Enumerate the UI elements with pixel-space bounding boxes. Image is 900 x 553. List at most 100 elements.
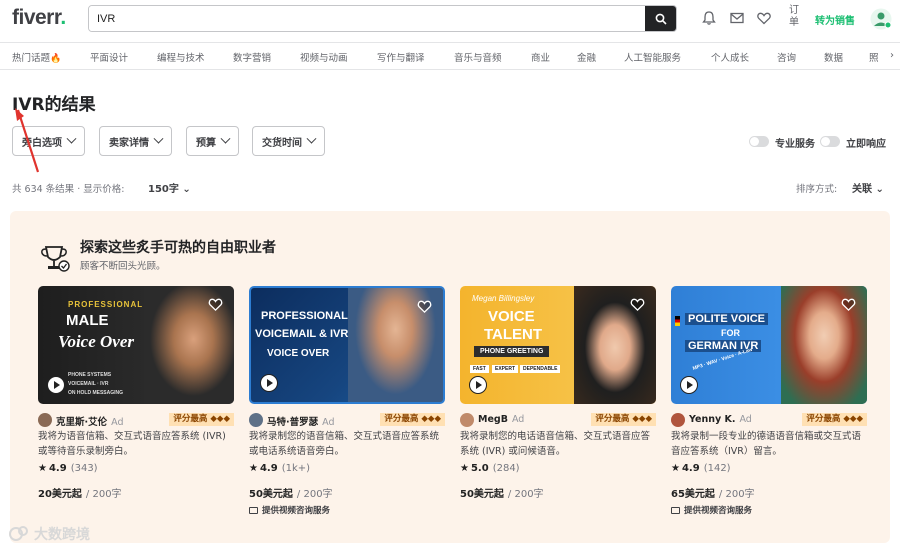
category-data[interactable]: 数据 <box>824 50 843 64</box>
play-icon[interactable] <box>47 376 65 394</box>
play-icon[interactable] <box>680 376 698 394</box>
result-count: 共 634 条结果 · 显示价格: <box>12 184 125 195</box>
sort-dropdown[interactable]: 关联 ⌄ <box>852 180 884 195</box>
category-consulting[interactable]: 咨询 <box>777 50 796 64</box>
price: 50美元起/ 200字 <box>460 489 544 500</box>
search-button[interactable] <box>645 6 676 31</box>
thumb-text: EXPERT <box>492 365 519 373</box>
bell-icon[interactable] <box>701 10 717 26</box>
thumb-text: MALE <box>66 312 109 329</box>
showcase-title: 探索这些炙手可热的自由职业者 <box>80 240 276 256</box>
filter-seller-details[interactable]: 卖家详情 <box>99 126 172 156</box>
messages-icon[interactable] <box>729 10 745 26</box>
heart-icon[interactable] <box>756 10 772 26</box>
gig-title[interactable]: 我将录制您的语音信箱、交互式语音应答系统或电话系统语音旁白。 <box>249 429 445 459</box>
thumb-text: Voice Over <box>58 332 135 351</box>
chevron-down-icon <box>66 133 77 144</box>
filter-budget[interactable]: 预算 <box>186 126 239 156</box>
category-programming[interactable]: 编程与技术 <box>157 50 205 64</box>
category-video-animation[interactable]: 视频与动画 <box>300 50 348 64</box>
thumb-text: POLITE VOICE <box>685 313 769 325</box>
user-avatar[interactable] <box>870 8 892 30</box>
price-display-dropdown[interactable]: 150字 ⌄ <box>148 180 191 195</box>
thumb-text: PHONE SYSTEMS <box>68 372 112 378</box>
watermark-logo-icon <box>9 526 28 541</box>
seller-name[interactable]: 克里斯·艾伦 Ad <box>56 414 123 428</box>
fire-icon: 🔥 <box>50 54 62 64</box>
rating: ★ 4.9 (1k+) <box>249 463 311 474</box>
fiverr-logo[interactable]: fiverr. <box>12 6 66 30</box>
level-badge: 评分最高 ◆◆◆ <box>591 413 656 426</box>
chevron-down-icon <box>153 133 164 144</box>
category-digital-marketing[interactable]: 数字营销 <box>233 50 271 64</box>
red-arrow-annotation <box>15 108 40 173</box>
gig-title[interactable]: 我将录制您的电话语音信箱、交互式语音应答系统 (IVR) 或问候语音。 <box>460 429 656 459</box>
video-camera-icon <box>671 506 680 514</box>
orders-link[interactable]: 订单 <box>789 5 801 29</box>
video-camera-icon <box>249 506 258 514</box>
video-consultation: 提供视频咨询服务 <box>249 504 330 516</box>
pro-services-toggle[interactable] <box>749 136 769 147</box>
trophy-icon <box>41 246 70 272</box>
star-icon: ★ <box>38 463 47 474</box>
chevron-down-icon: ⌄ <box>875 184 884 195</box>
gig-thumbnail[interactable]: POLITE VOICE FOR GERMAN IVR MP3 · WAV · … <box>671 286 867 404</box>
category-hot-topics[interactable]: 热门话题🔥 <box>12 50 61 64</box>
switch-to-selling-link[interactable]: 转为销售 <box>815 12 855 27</box>
thumb-text: PHONE GREETING <box>474 346 550 357</box>
seller-row: Yenny K. Ad 评分最高 ◆◆◆ <box>671 413 867 427</box>
search-input[interactable] <box>89 6 645 31</box>
thumb-text: VOICE OVER <box>267 348 330 359</box>
watermark: 大数跨境 <box>8 524 90 544</box>
gig-title[interactable]: 我将为语音信箱、交互式语音应答系统 (IVR) 或等待音乐录制旁白。 <box>38 429 234 459</box>
thumb-text: VOICE <box>488 308 535 325</box>
instant-response-label: 立即响应 <box>846 139 886 150</box>
gig-thumbnail[interactable]: PROFESSIONAL MALE Voice Over PHONE SYSTE… <box>38 286 234 404</box>
seller-row: MegB Ad 评分最高 ◆◆◆ <box>460 413 656 427</box>
play-icon[interactable] <box>469 376 487 394</box>
avatar[interactable] <box>38 413 52 427</box>
play-icon[interactable] <box>260 374 278 392</box>
chevron-right-icon[interactable]: › <box>890 50 894 61</box>
avatar[interactable] <box>249 413 263 427</box>
category-ai-services[interactable]: 人工智能服务 <box>624 50 681 64</box>
thumb-text: TALENT <box>484 326 543 343</box>
seller-name[interactable]: MegB Ad <box>478 414 524 425</box>
gig-thumbnail[interactable]: PROFESSIONAL VOICEMAIL & IVR VOICE OVER <box>249 286 445 404</box>
category-personal-growth[interactable]: 个人成长 <box>711 50 749 64</box>
search-icon <box>655 13 667 25</box>
filter-delivery-time[interactable]: 交货时间 <box>252 126 325 156</box>
instant-response-toggle[interactable] <box>820 136 840 147</box>
level-badge: 评分最高 ◆◆◆ <box>802 413 867 426</box>
heart-icon[interactable] <box>841 297 856 311</box>
avatar[interactable] <box>671 413 685 427</box>
category-finance[interactable]: 金融 <box>577 50 596 64</box>
seller-name[interactable]: Yenny K. Ad <box>689 414 752 425</box>
category-graphic-design[interactable]: 平面设计 <box>90 50 128 64</box>
german-flag-icon <box>675 316 680 326</box>
heart-icon[interactable] <box>208 297 223 311</box>
category-music-audio[interactable]: 音乐与音频 <box>454 50 502 64</box>
gig-title[interactable]: 我将录制一段专业的德语语音信箱或交互式语音应答系统（IVR）留言。 <box>671 429 867 459</box>
price: 50美元起/ 200字 <box>249 489 333 500</box>
heart-icon[interactable] <box>417 299 432 313</box>
category-business[interactable]: 商业 <box>531 50 550 64</box>
thumb-text: PROFESSIONAL <box>68 300 144 309</box>
category-photo[interactable]: 照 <box>869 50 879 64</box>
gig-thumbnail[interactable]: Megan Billingsley VOICE TALENT PHONE GRE… <box>460 286 656 404</box>
thumb-text: VOICEMAIL & IVR <box>255 328 349 340</box>
price: 65美元起/ 200字 <box>671 489 755 500</box>
seller-row: 克里斯·艾伦 Ad 评分最高 ◆◆◆ <box>38 413 234 428</box>
level-badge: 评分最高 ◆◆◆ <box>380 413 445 426</box>
pro-services-label: 专业服务 <box>775 139 815 150</box>
avatar[interactable] <box>460 413 474 427</box>
rating: ★ 5.0 (284) <box>460 463 520 474</box>
thumb-text: PROFESSIONAL <box>261 310 348 322</box>
thumb-text: Megan Billingsley <box>472 294 535 303</box>
category-writing-translation[interactable]: 写作与翻译 <box>377 50 425 64</box>
thumb-text: ON HOLD MESSAGING <box>68 390 124 396</box>
category-nav: 热门话题🔥 平面设计 编程与技术 数字营销 视频与动画 写作与翻译 音乐与音频 … <box>0 42 900 70</box>
heart-icon[interactable] <box>630 297 645 311</box>
seller-name[interactable]: 马特·普罗瑟 Ad <box>267 414 334 428</box>
chevron-down-icon <box>220 133 231 144</box>
